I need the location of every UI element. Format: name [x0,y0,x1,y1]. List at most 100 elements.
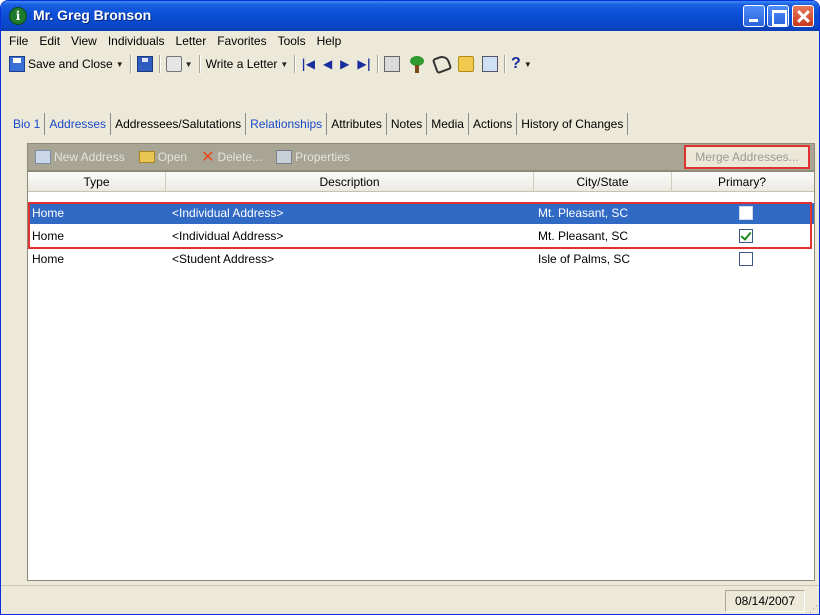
resize-grip-icon[interactable]: ⋰ [809,604,818,614]
help-button[interactable]: ? ▼ [507,53,536,75]
last-record-button[interactable]: ▶| [353,53,375,75]
maximize-button[interactable] [767,5,789,27]
chevron-down-icon: ▼ [115,59,124,69]
toolbar-separator [158,55,160,73]
tab-actions[interactable]: Actions [469,113,518,135]
menu-favorites[interactable]: Favorites [217,34,266,48]
cycle-button[interactable]: ▼ [162,53,197,75]
chevron-down-icon: ▼ [523,59,532,69]
window-title: Mr. Greg Bronson [33,7,152,23]
write-a-letter-label: Write a Letter [205,57,278,71]
delete-icon: ✕ [201,149,215,166]
tab-relationships[interactable]: Relationships [246,113,328,135]
status-date: 08/14/2007 [725,590,805,612]
table-row[interactable]: Home <Individual Address> Mt. Pleasant, … [28,226,814,247]
folder-icon [458,56,475,72]
folder-button[interactable] [454,53,478,75]
address-action-bar: New Address Open ✕ Delete... Properties … [27,143,815,171]
tag-button[interactable] [430,53,454,75]
tab-addressees-salutations[interactable]: Addressees/Salutations [111,113,247,135]
properties-button[interactable] [478,53,502,75]
properties-icon [482,56,499,72]
cycle-icon [165,56,182,72]
previous-record-button[interactable]: ◀ [319,53,336,75]
relationship-tree-button[interactable] [404,53,430,75]
primary-checkbox[interactable] [739,206,753,220]
menu-bar: File Edit View Individuals Letter Favori… [5,32,815,50]
properties-icon [276,150,293,164]
tree-icon [408,55,426,73]
write-a-letter-button[interactable]: Write a Letter ▼ [202,53,293,75]
cell-city-state: Isle of Palms, SC [538,252,631,266]
table-row[interactable]: Home <Student Address> Isle of Palms, SC [28,249,814,270]
column-header-type[interactable]: Type [28,172,166,192]
menu-tools[interactable]: Tools [278,34,306,48]
record-icon [384,56,401,72]
save-and-close-label: Save and Close [28,57,113,71]
close-button[interactable] [792,5,814,27]
menu-edit[interactable]: Edit [39,34,60,48]
grid-header: Type Description City/State Primary? [28,172,814,192]
save-and-close-button[interactable]: Save and Close ▼ [5,53,128,75]
addresses-grid: Type Description City/State Primary? Hom… [27,171,815,581]
toolbar-separator [294,55,296,73]
first-record-icon: |◀ [301,57,315,71]
menu-file[interactable]: File [9,34,28,48]
tab-media[interactable]: Media [427,113,469,135]
cell-description: <Individual Address> [172,206,284,220]
status-bar: 08/14/2007 ⋰ [1,585,819,614]
cell-type: Home [32,206,65,220]
toolbar-separator [377,55,379,73]
primary-checkbox[interactable] [739,252,753,266]
toolbar: Save and Close ▼ ▼ Write a Letter ▼ |◀ ◀… [5,52,815,76]
menu-individuals[interactable]: Individuals [108,34,165,48]
help-icon: ? [511,55,521,72]
menu-letter[interactable]: Letter [176,34,207,48]
properties-label: Properties [295,150,350,164]
primary-checkbox[interactable] [739,229,753,243]
first-record-button[interactable]: |◀ [297,53,319,75]
properties-action-button[interactable]: Properties [269,150,357,164]
new-address-button[interactable]: New Address [28,150,132,164]
tab-strip: Bio 1 Addresses Addressees/Salutations R… [9,111,814,135]
new-address-label: New Address [54,150,125,164]
column-header-city-state[interactable]: City/State [534,172,672,192]
cell-type: Home [32,229,65,243]
new-address-icon [35,150,51,164]
open-label: Open [157,150,188,164]
menu-help[interactable]: Help [317,34,342,48]
folder-open-icon [138,151,155,163]
toolbar-separator [504,55,506,73]
next-record-icon: ▶ [340,57,350,71]
merge-addresses-button[interactable]: Merge Addresses... [684,145,810,169]
tab-attributes[interactable]: Attributes [327,113,387,135]
tab-bio-1[interactable]: Bio 1 [9,113,46,135]
toolbar-separator [198,55,200,73]
title-bar[interactable]: i Mr. Greg Bronson [1,1,819,31]
toolbar-separator [129,55,131,73]
info-icon: i [9,7,27,25]
tab-notes[interactable]: Notes [387,113,428,135]
delete-button[interactable]: ✕ Delete... [194,147,269,167]
tab-history-of-changes[interactable]: History of Changes [517,113,629,135]
last-record-icon: ▶| [357,57,372,71]
cell-type: Home [32,252,65,266]
application-window: i Mr. Greg Bronson File Edit View Indivi… [0,0,820,615]
save-button[interactable] [133,53,157,75]
cell-description: <Individual Address> [172,229,284,243]
tag-icon [431,53,453,75]
menu-view[interactable]: View [71,34,97,48]
open-button[interactable]: Open [132,150,194,164]
floppy-disk-icon [136,56,153,72]
tab-addresses[interactable]: Addresses [45,113,112,135]
chevron-down-icon: ▼ [184,59,193,69]
column-header-description[interactable]: Description [166,172,534,192]
record-button[interactable] [380,53,404,75]
minimize-button[interactable] [743,5,765,27]
previous-record-icon: ◀ [322,57,333,71]
next-record-button[interactable]: ▶ [336,53,353,75]
cell-city-state: Mt. Pleasant, SC [538,229,629,243]
column-header-primary[interactable]: Primary? [672,172,812,192]
table-row[interactable]: Home <Individual Address> Mt. Pleasant, … [28,203,814,224]
save-close-icon [9,56,25,72]
